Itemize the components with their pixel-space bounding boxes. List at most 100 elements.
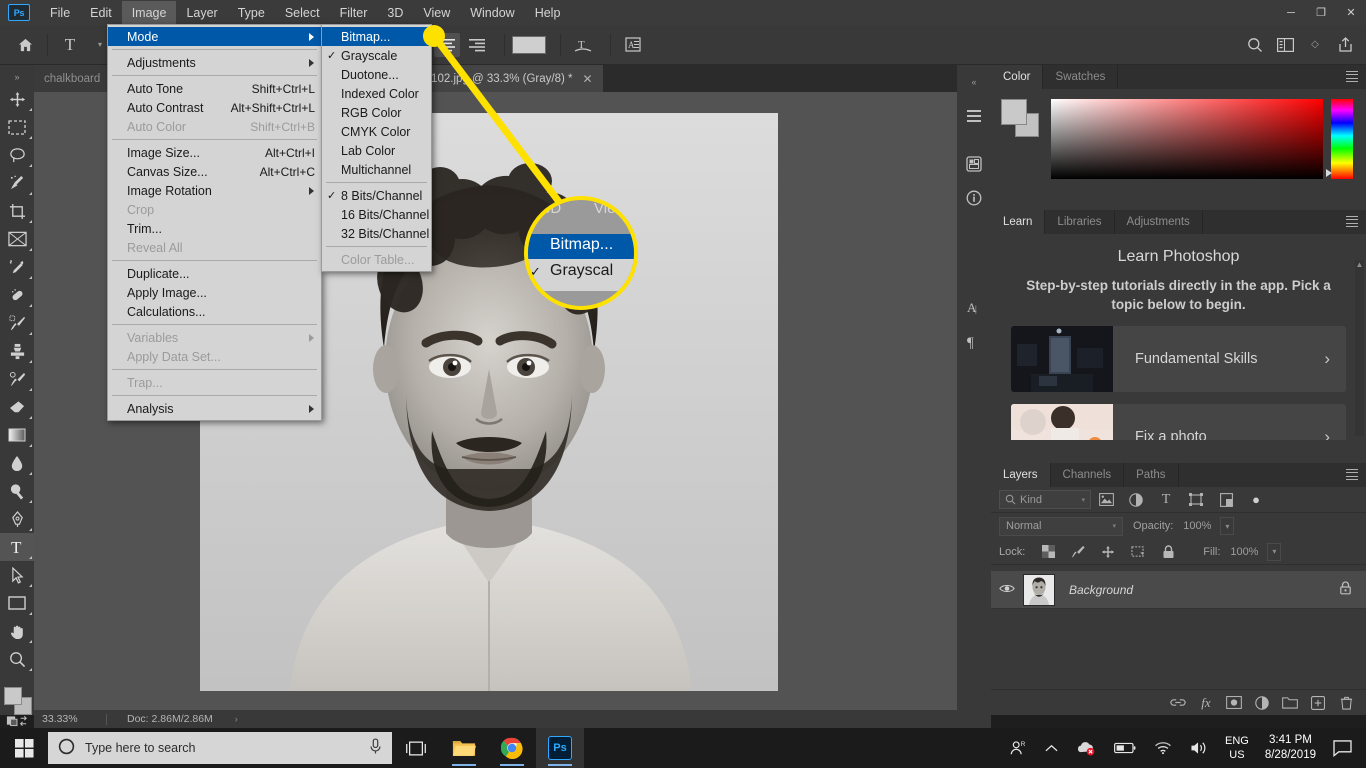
taskbar-file-explorer-icon[interactable]	[440, 728, 488, 768]
tab-paths[interactable]: Paths	[1124, 463, 1178, 487]
lock-position-icon[interactable]	[1093, 541, 1123, 563]
tab-libraries[interactable]: Libraries	[1045, 210, 1114, 234]
adjustment-filter-icon[interactable]	[1121, 489, 1151, 511]
tool-healing-brush[interactable]	[0, 281, 34, 309]
paragraph-icon[interactable]: ¶	[957, 324, 991, 358]
menu-window[interactable]: Window	[460, 1, 524, 25]
adjustment-layer-icon[interactable]	[1248, 691, 1276, 715]
fill-value[interactable]: 100%	[1224, 543, 1264, 561]
delete-layer-icon[interactable]	[1332, 691, 1360, 715]
panel-menu-icon[interactable]	[1346, 216, 1358, 227]
taskbar-google-chrome-icon[interactable]	[488, 728, 536, 768]
type-tool-icon[interactable]: T	[57, 33, 83, 57]
tool-lasso[interactable]	[0, 141, 34, 169]
image-menu-item-image-rotation[interactable]: Image Rotation	[108, 181, 321, 200]
tool-rectangle[interactable]	[0, 589, 34, 617]
tab-learn[interactable]: Learn	[991, 210, 1045, 234]
maximize-button[interactable]: ❐	[1306, 0, 1336, 25]
tab-color[interactable]: Color	[991, 65, 1043, 89]
tool-clone-stamp[interactable]	[0, 337, 34, 365]
menu-layer[interactable]: Layer	[176, 1, 227, 25]
layer-row-background[interactable]: Background	[991, 571, 1366, 609]
diamond-icon[interactable]: ◇	[1302, 33, 1328, 57]
blend-mode-select[interactable]: Normal ▾	[999, 517, 1123, 536]
glyphs-icon[interactable]: A|	[957, 290, 991, 324]
shape-filter-icon[interactable]	[1181, 489, 1211, 511]
color-panel-swatches[interactable]	[1001, 99, 1043, 137]
microphone-icon[interactable]	[369, 738, 382, 758]
mode-menu-item-bitmap[interactable]: Bitmap...	[322, 27, 431, 46]
opacity-chevron-down-icon[interactable]: ▾	[1220, 517, 1234, 535]
menu-type[interactable]: Type	[228, 1, 275, 25]
link-layers-icon[interactable]	[1164, 691, 1192, 715]
task-view-icon[interactable]	[392, 728, 440, 768]
taskbar-photoshop-icon[interactable]: Ps	[536, 728, 584, 768]
panel-menu-icon[interactable]	[1346, 469, 1358, 480]
fill-chevron-down-icon[interactable]: ▾	[1267, 543, 1281, 561]
pixel-filter-icon[interactable]	[1091, 489, 1121, 511]
image-menu-dropdown[interactable]: ModeAdjustmentsAuto ToneShift+Ctrl+LAuto…	[107, 24, 322, 421]
tool-eraser[interactable]	[0, 393, 34, 421]
image-menu-item-canvas-size[interactable]: Canvas Size...Alt+Ctrl+C	[108, 162, 321, 181]
image-menu-item-duplicate[interactable]: Duplicate...	[108, 264, 321, 283]
layer-visibility-eye-icon[interactable]	[991, 583, 1023, 597]
image-menu-item-calculations[interactable]: Calculations...	[108, 302, 321, 321]
layer-style-icon[interactable]: fx	[1192, 691, 1220, 715]
image-menu-item-adjustments[interactable]: Adjustments	[108, 53, 321, 72]
volume-icon[interactable]	[1181, 740, 1217, 756]
warp-text-icon[interactable]: T	[570, 33, 596, 57]
mode-menu-item-32-bits-channel[interactable]: 32 Bits/Channel	[322, 224, 431, 243]
home-icon[interactable]	[12, 33, 38, 57]
action-center-icon[interactable]	[1324, 740, 1366, 757]
mode-menu-item-lab-color[interactable]: Lab Color	[322, 141, 431, 160]
battery-icon[interactable]	[1105, 742, 1145, 754]
onedrive-error-icon[interactable]	[1067, 740, 1105, 756]
tool-brush[interactable]	[0, 309, 34, 337]
menu-view[interactable]: View	[413, 1, 460, 25]
tool-hand[interactable]	[0, 617, 34, 645]
image-menu-item-auto-contrast[interactable]: Auto ContrastAlt+Shift+Ctrl+L	[108, 98, 321, 117]
menu-edit[interactable]: Edit	[80, 1, 122, 25]
tool-history-brush[interactable]	[0, 365, 34, 393]
wifi-icon[interactable]	[1145, 741, 1181, 755]
menu-filter[interactable]: Filter	[330, 1, 378, 25]
foreground-color-swatch[interactable]	[1001, 99, 1027, 125]
lock-transparency-icon[interactable]	[1033, 541, 1063, 563]
close-button[interactable]: ✕	[1336, 0, 1366, 25]
align-right-icon[interactable]	[464, 33, 490, 57]
mode-menu-item-rgb-color[interactable]: RGB Color	[322, 103, 431, 122]
info-icon[interactable]	[957, 181, 991, 215]
tool-frame[interactable]	[0, 225, 34, 253]
lock-all-icon[interactable]	[1153, 541, 1183, 563]
image-menu-item-mode[interactable]: Mode	[108, 27, 321, 46]
menu-select[interactable]: Select	[275, 1, 330, 25]
collapse-panel-icon[interactable]: »	[0, 69, 34, 85]
tab-layers[interactable]: Layers	[991, 463, 1051, 487]
mode-menu-item-16-bits-channel[interactable]: 16 Bits/Channel	[322, 205, 431, 224]
learn-panel-scrollbar[interactable]: ▲	[1355, 260, 1364, 436]
library-icon[interactable]	[957, 147, 991, 181]
clock[interactable]: 3:41 PM 8/28/2019	[1257, 733, 1324, 763]
zoom-level[interactable]: 33.33%	[34, 713, 106, 725]
type-filter-icon[interactable]: T	[1151, 489, 1181, 511]
mode-submenu-dropdown[interactable]: Bitmap...✓GrayscaleDuotone...Indexed Col…	[321, 24, 432, 272]
hue-slider[interactable]	[1331, 99, 1353, 179]
image-menu-item-apply-image[interactable]: Apply Image...	[108, 283, 321, 302]
show-hidden-icons-icon[interactable]	[1036, 744, 1067, 753]
layer-filter-kind-select[interactable]: Kind ▾	[999, 490, 1091, 509]
minimize-button[interactable]: ─	[1276, 0, 1306, 25]
opacity-value[interactable]: 100%	[1177, 517, 1217, 535]
tool-gradient[interactable]	[0, 421, 34, 449]
menu-image[interactable]: Image	[122, 1, 177, 25]
foreground-color-swatch[interactable]	[4, 687, 22, 705]
learn-card-fix-a-photo[interactable]: Fix a photo ›	[1011, 404, 1346, 440]
tool-crop[interactable]	[0, 197, 34, 225]
align-center-icon[interactable]	[434, 33, 460, 57]
color-spectrum-field[interactable]	[1051, 99, 1323, 179]
close-icon[interactable]: ✕	[583, 72, 593, 86]
menu-file[interactable]: File	[40, 1, 80, 25]
character-panel-icon[interactable]: A	[620, 33, 646, 57]
new-layer-icon[interactable]	[1304, 691, 1332, 715]
status-chevron-icon[interactable]: ›	[213, 714, 238, 724]
tool-quick-selection[interactable]	[0, 169, 34, 197]
